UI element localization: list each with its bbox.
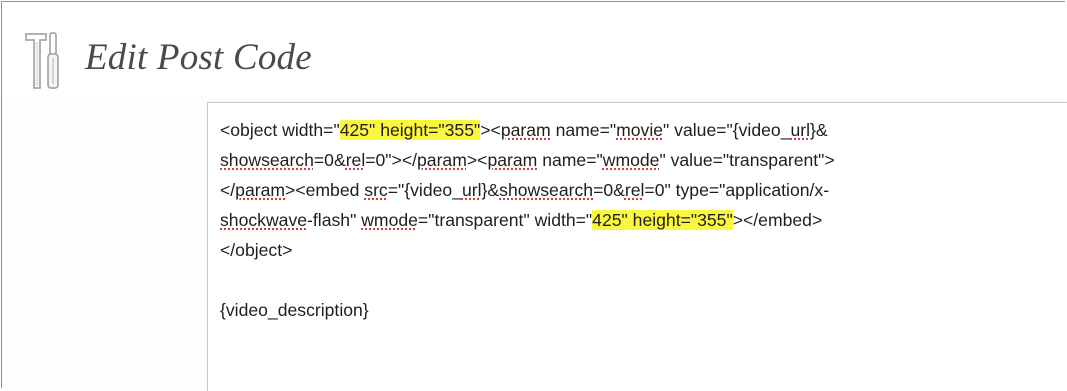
spellcheck-word: showsearch (220, 150, 314, 170)
spellcheck-word: src (364, 180, 388, 200)
code-text: >< (480, 120, 501, 140)
spellcheck-word: rel (345, 150, 366, 170)
code-text: " value="{video_ (663, 120, 791, 140)
code-text: ="{video_ (387, 180, 462, 200)
code-text: ><embed (285, 180, 365, 200)
panel-header: Edit Post Code (2, 2, 1065, 98)
spellcheck-word: rel (624, 180, 645, 200)
code-text: -flash" (307, 210, 362, 230)
code-text: " value="transparent"> (659, 150, 835, 170)
spellcheck-word: shockwave (220, 210, 308, 230)
code-text: =0"></ (365, 150, 417, 170)
code-text: </object> (220, 240, 293, 260)
spellcheck-word: param (487, 150, 538, 170)
spellcheck-word: url (790, 120, 811, 140)
spellcheck-word: url (461, 180, 482, 200)
code-line: <object width="425" height="355"><param … (220, 115, 1050, 145)
code-text: <object width=" (220, 120, 340, 140)
spellcheck-word: wmode (602, 150, 660, 170)
code-text: >< (466, 150, 488, 170)
code-line: </param><embed src="{video_url}&showsear… (220, 175, 1050, 205)
code-line: shockwave-flash" wmode="transparent" wid… (220, 205, 1050, 235)
code-text: </ (220, 180, 236, 200)
tools-icon (24, 30, 70, 92)
code-text: {video_description} (220, 300, 369, 320)
code-text: name=" (550, 120, 617, 140)
spellcheck-word: param (235, 180, 286, 200)
code-text: }& (481, 180, 500, 200)
code-textarea[interactable]: <object width="425" height="355"><param … (207, 102, 1067, 391)
highlighted-dimensions: 425" height="355" (592, 210, 733, 230)
code-line: {video_description} (220, 295, 1050, 325)
spellcheck-word: wmode (361, 210, 418, 230)
edit-post-code-panel: Edit Post Code <object width="425" heigh… (1, 1, 1067, 391)
spellcheck-word: movie (616, 120, 664, 140)
spellcheck-word: param (417, 150, 467, 170)
code-text: ></embed> (732, 210, 823, 230)
highlighted-dimensions: 425" height="355" (339, 120, 481, 140)
code-text: =0& (313, 150, 346, 170)
code-content: <object width="425" height="355"><param … (220, 115, 1050, 325)
code-text: =0& (593, 180, 625, 200)
code-text: =0" type="application/x- (644, 180, 830, 200)
spellcheck-word: showsearch (499, 180, 594, 200)
code-text: name=" (537, 150, 603, 170)
code-text: }& (810, 120, 828, 140)
spellcheck-word: param (500, 120, 551, 140)
code-line: </object> (220, 235, 1050, 265)
page-title: Edit Post Code (85, 37, 312, 78)
code-line: showsearch=0&rel=0"></param><param name=… (220, 145, 1050, 175)
code-text: ="transparent" width=" (417, 210, 593, 230)
